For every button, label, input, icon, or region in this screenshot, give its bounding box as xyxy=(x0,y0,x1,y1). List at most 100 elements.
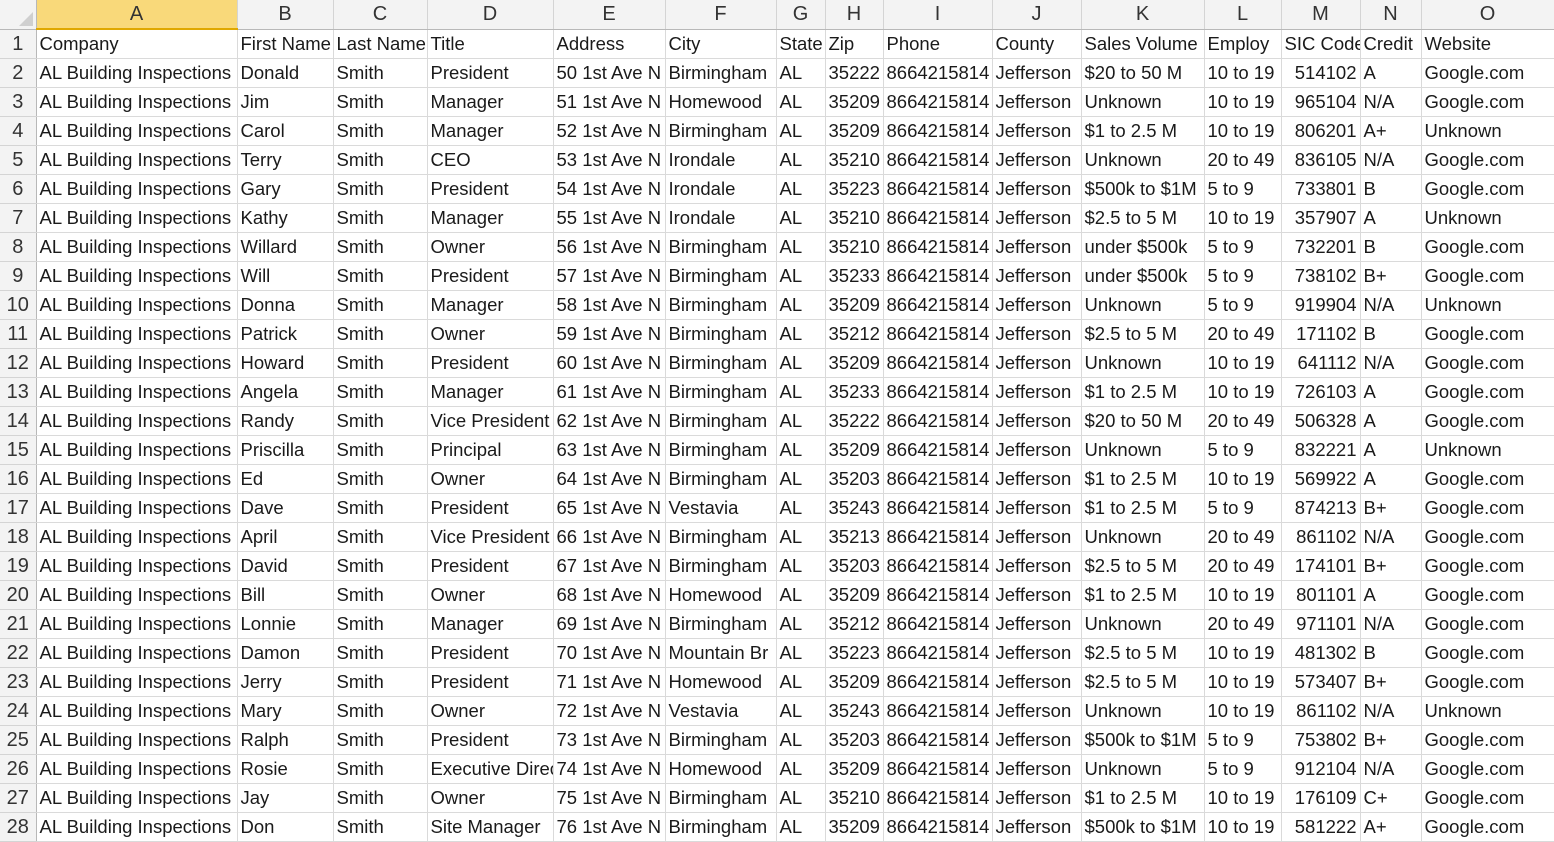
cell-n26[interactable]: N/A xyxy=(1360,754,1422,784)
cell-a20[interactable]: AL Building Inspections xyxy=(36,580,238,610)
cell-k28[interactable]: $500k to $1M xyxy=(1081,812,1205,842)
cell-o3[interactable]: Google.com xyxy=(1421,87,1554,117)
cell-a21[interactable]: AL Building Inspections xyxy=(36,609,238,639)
cell-n25[interactable]: B+ xyxy=(1360,725,1422,755)
cell-g15[interactable]: AL xyxy=(776,435,826,465)
cell-b14[interactable]: Randy xyxy=(237,406,334,436)
cell-c14[interactable]: Smith xyxy=(333,406,428,436)
row-header[interactable]: 27 xyxy=(0,783,37,813)
cell-k16[interactable]: $1 to 2.5 M xyxy=(1081,464,1205,494)
cell-j9[interactable]: Jefferson xyxy=(992,261,1082,291)
cell-o16[interactable]: Google.com xyxy=(1421,464,1554,494)
cell-k2[interactable]: $20 to 50 M xyxy=(1081,58,1205,88)
cell-e26[interactable]: 74 1st Ave N xyxy=(553,754,666,784)
cell-i15[interactable]: 8664215814 xyxy=(883,435,993,465)
cell-f7[interactable]: Irondale xyxy=(665,203,777,233)
row-header[interactable]: 21 xyxy=(0,609,37,639)
cell-l4[interactable]: 10 to 19 xyxy=(1204,116,1282,146)
cell-k20[interactable]: $1 to 2.5 M xyxy=(1081,580,1205,610)
cell-c17[interactable]: Smith xyxy=(333,493,428,523)
cell-h8[interactable]: 35210 xyxy=(825,232,884,262)
cell-a13[interactable]: AL Building Inspections xyxy=(36,377,238,407)
cell-m21[interactable]: 971101 xyxy=(1281,609,1361,639)
cell-o19[interactable]: Google.com xyxy=(1421,551,1554,581)
cell-k4[interactable]: $1 to 2.5 M xyxy=(1081,116,1205,146)
cell-l3[interactable]: 10 to 19 xyxy=(1204,87,1282,117)
cell-d10[interactable]: Manager xyxy=(427,290,554,320)
cell-l10[interactable]: 5 to 9 xyxy=(1204,290,1282,320)
cell-j22[interactable]: Jefferson xyxy=(992,638,1082,668)
cell-f21[interactable]: Birmingham xyxy=(665,609,777,639)
cell-o2[interactable]: Google.com xyxy=(1421,58,1554,88)
cell-h1[interactable]: Zip xyxy=(825,29,884,59)
cell-l22[interactable]: 10 to 19 xyxy=(1204,638,1282,668)
cell-m15[interactable]: 832221 xyxy=(1281,435,1361,465)
cell-m22[interactable]: 481302 xyxy=(1281,638,1361,668)
cell-o22[interactable]: Google.com xyxy=(1421,638,1554,668)
cell-g28[interactable]: AL xyxy=(776,812,826,842)
cell-g27[interactable]: AL xyxy=(776,783,826,813)
cell-b20[interactable]: Bill xyxy=(237,580,334,610)
cell-b18[interactable]: April xyxy=(237,522,334,552)
cell-c7[interactable]: Smith xyxy=(333,203,428,233)
cell-b13[interactable]: Angela xyxy=(237,377,334,407)
cell-i28[interactable]: 8664215814 xyxy=(883,812,993,842)
cell-o14[interactable]: Google.com xyxy=(1421,406,1554,436)
column-header-n[interactable]: N xyxy=(1360,0,1422,30)
cell-d12[interactable]: President xyxy=(427,348,554,378)
cell-l9[interactable]: 5 to 9 xyxy=(1204,261,1282,291)
cell-c5[interactable]: Smith xyxy=(333,145,428,175)
cell-l2[interactable]: 10 to 19 xyxy=(1204,58,1282,88)
cell-e22[interactable]: 70 1st Ave N xyxy=(553,638,666,668)
cell-e7[interactable]: 55 1st Ave N xyxy=(553,203,666,233)
cell-f22[interactable]: Mountain Br xyxy=(665,638,777,668)
cell-a2[interactable]: AL Building Inspections xyxy=(36,58,238,88)
cell-d26[interactable]: Executive Direc xyxy=(427,754,554,784)
cell-d24[interactable]: Owner xyxy=(427,696,554,726)
cell-e11[interactable]: 59 1st Ave N xyxy=(553,319,666,349)
cell-e1[interactable]: Address xyxy=(553,29,666,59)
cell-n1[interactable]: Credit xyxy=(1360,29,1422,59)
cell-e15[interactable]: 63 1st Ave N xyxy=(553,435,666,465)
cell-j8[interactable]: Jefferson xyxy=(992,232,1082,262)
cell-g13[interactable]: AL xyxy=(776,377,826,407)
cell-m20[interactable]: 801101 xyxy=(1281,580,1361,610)
cell-m4[interactable]: 806201 xyxy=(1281,116,1361,146)
cell-e17[interactable]: 65 1st Ave N xyxy=(553,493,666,523)
cell-b21[interactable]: Lonnie xyxy=(237,609,334,639)
column-header-m[interactable]: M xyxy=(1281,0,1361,30)
cell-b4[interactable]: Carol xyxy=(237,116,334,146)
cell-k13[interactable]: $1 to 2.5 M xyxy=(1081,377,1205,407)
cell-n11[interactable]: B xyxy=(1360,319,1422,349)
cell-d20[interactable]: Owner xyxy=(427,580,554,610)
cell-f12[interactable]: Birmingham xyxy=(665,348,777,378)
cell-h13[interactable]: 35233 xyxy=(825,377,884,407)
cell-j17[interactable]: Jefferson xyxy=(992,493,1082,523)
cell-k27[interactable]: $1 to 2.5 M xyxy=(1081,783,1205,813)
cell-h7[interactable]: 35210 xyxy=(825,203,884,233)
cell-n21[interactable]: N/A xyxy=(1360,609,1422,639)
cell-b2[interactable]: Donald xyxy=(237,58,334,88)
cell-d23[interactable]: President xyxy=(427,667,554,697)
cell-n2[interactable]: A xyxy=(1360,58,1422,88)
cell-a18[interactable]: AL Building Inspections xyxy=(36,522,238,552)
cell-b17[interactable]: Dave xyxy=(237,493,334,523)
cell-k25[interactable]: $500k to $1M xyxy=(1081,725,1205,755)
cell-f4[interactable]: Birmingham xyxy=(665,116,777,146)
cell-f25[interactable]: Birmingham xyxy=(665,725,777,755)
cell-o24[interactable]: Unknown xyxy=(1421,696,1554,726)
cell-a7[interactable]: AL Building Inspections xyxy=(36,203,238,233)
cell-d7[interactable]: Manager xyxy=(427,203,554,233)
column-header-k[interactable]: K xyxy=(1081,0,1205,30)
cell-o7[interactable]: Unknown xyxy=(1421,203,1554,233)
column-header-b[interactable]: B xyxy=(237,0,334,30)
cell-f3[interactable]: Homewood xyxy=(665,87,777,117)
cell-c18[interactable]: Smith xyxy=(333,522,428,552)
cell-o1[interactable]: Website xyxy=(1421,29,1554,59)
cell-l21[interactable]: 20 to 49 xyxy=(1204,609,1282,639)
cell-f1[interactable]: City xyxy=(665,29,777,59)
cell-j14[interactable]: Jefferson xyxy=(992,406,1082,436)
cell-e13[interactable]: 61 1st Ave N xyxy=(553,377,666,407)
cell-g14[interactable]: AL xyxy=(776,406,826,436)
cell-e4[interactable]: 52 1st Ave N xyxy=(553,116,666,146)
